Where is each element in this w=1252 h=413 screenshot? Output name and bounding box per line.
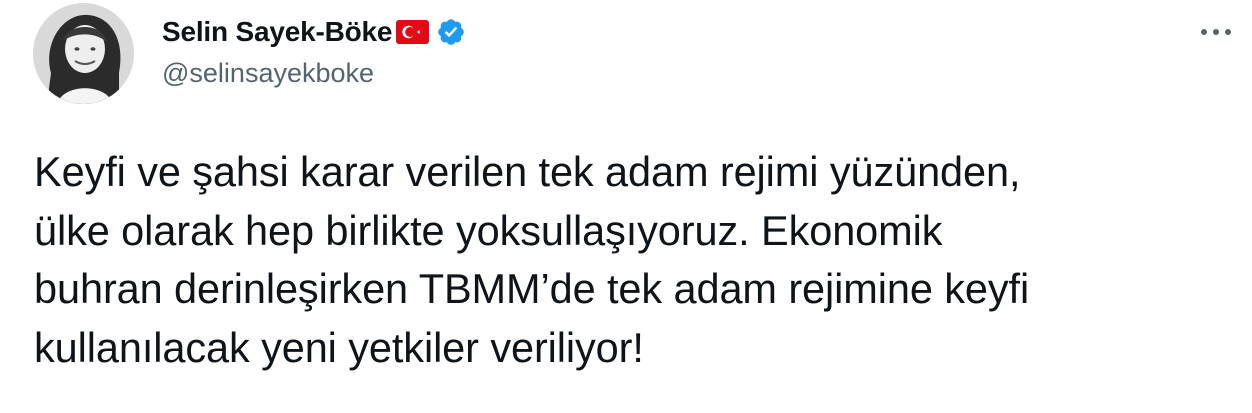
verified-badge-icon: [436, 17, 466, 47]
tweet-text: Keyfi ve şahsi karar verilen tek adam re…: [34, 148, 1030, 371]
more-options-icon[interactable]: [1196, 22, 1236, 42]
user-handle[interactable]: @selinsayekboke: [162, 58, 466, 89]
avatar[interactable]: [33, 3, 134, 104]
tweet: Selin Sayek-Böke @selinsayekboke Keyfi v…: [0, 0, 1252, 413]
display-name[interactable]: Selin Sayek-Böke: [162, 16, 392, 48]
tweet-header: Selin Sayek-Böke @selinsayekboke: [162, 12, 466, 89]
name-row: Selin Sayek-Böke: [162, 12, 466, 52]
avatar-photo: [33, 3, 134, 104]
turkey-flag-icon: [396, 20, 430, 44]
